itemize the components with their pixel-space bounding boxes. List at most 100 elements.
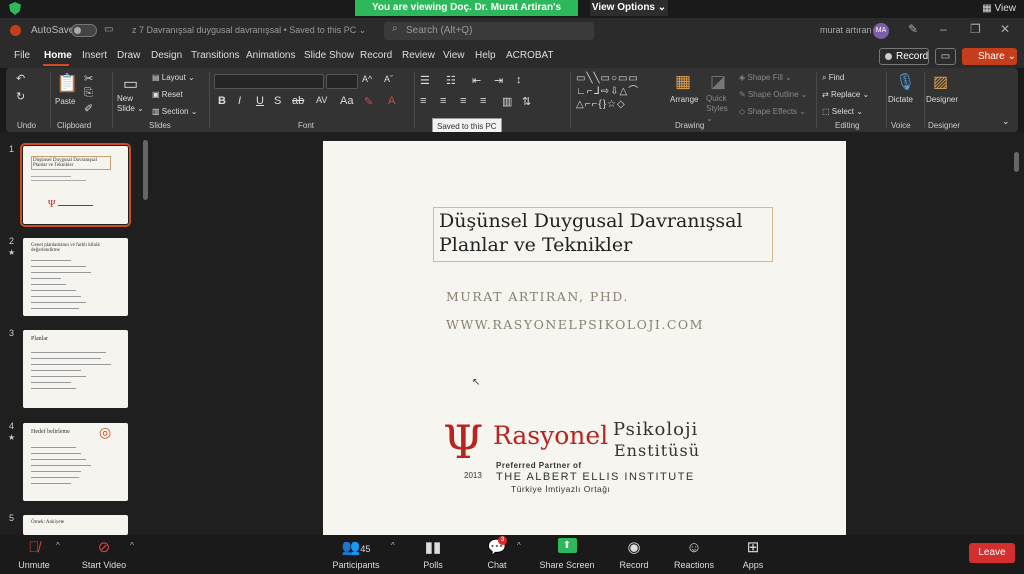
- tab-slide-show[interactable]: Slide Show: [304, 50, 354, 61]
- start-video-button[interactable]: ⊘ Start Video: [78, 538, 130, 570]
- designer-button[interactable]: Designer: [926, 95, 958, 104]
- tab-file[interactable]: File: [14, 50, 30, 61]
- zoom-record-button[interactable]: ◉ Record: [615, 538, 653, 570]
- change-case-icon[interactable]: Aa: [340, 95, 353, 107]
- numbering-icon[interactable]: ☷: [446, 74, 456, 87]
- slide-thumbnail-5[interactable]: Örnek: Ankiyete: [23, 515, 128, 535]
- chat-button[interactable]: 💬 3 Chat: [482, 536, 512, 570]
- increase-indent-icon[interactable]: ⇥: [494, 74, 503, 87]
- replace-button[interactable]: ⇄ Replace ⌄: [822, 90, 869, 99]
- redo-icon[interactable]: ↻: [16, 90, 25, 103]
- line-spacing-icon[interactable]: ↕: [516, 74, 522, 86]
- apps-button[interactable]: ⊞ Apps: [738, 538, 768, 570]
- slide-thumbnail-3[interactable]: Planlar: [23, 330, 128, 408]
- find-button[interactable]: ⌕ Find: [822, 73, 844, 83]
- new-slide-icon[interactable]: ▭: [123, 74, 138, 94]
- quick-styles-button[interactable]: Quick Styles ⌄: [706, 94, 734, 124]
- cut-icon[interactable]: ✂: [84, 72, 93, 85]
- columns-icon[interactable]: ▥: [502, 95, 512, 108]
- tab-acrobat[interactable]: ACROBAT: [506, 50, 554, 61]
- shapes-gallery[interactable]: ▭╲╲▭○▭▭ ∟⌐ᒧ⇨⇩△⌒ △⌐⌐{}☆◇: [576, 72, 666, 111]
- bold-icon[interactable]: B: [218, 95, 226, 107]
- quick-styles-icon[interactable]: ◪: [710, 72, 726, 92]
- layout-button[interactable]: ▤ Layout ⌄: [152, 73, 195, 82]
- format-painter-icon[interactable]: ✐: [84, 102, 93, 115]
- copy-icon[interactable]: ⎘: [84, 87, 93, 100]
- audio-options-caret[interactable]: ^: [56, 541, 60, 550]
- tab-design[interactable]: Design: [151, 50, 182, 61]
- char-spacing-icon[interactable]: AV: [316, 95, 327, 105]
- autosave-toggle[interactable]: [71, 24, 97, 37]
- slide-thumbnail-4[interactable]: Hedef belirleme ◎: [23, 423, 128, 501]
- underline-icon[interactable]: U: [256, 95, 264, 107]
- polls-button[interactable]: ▮▮ Polls: [418, 538, 448, 570]
- tab-record[interactable]: Record: [360, 50, 392, 61]
- designer-icon[interactable]: ▨: [933, 72, 948, 92]
- shape-fill-button[interactable]: ◈ Shape Fill ⌄: [739, 73, 792, 82]
- share-button[interactable]: Share ⌄: [962, 48, 1017, 65]
- share-screen-button[interactable]: ⬆ Share Screen: [538, 538, 596, 570]
- pen-icon[interactable]: ✎: [908, 22, 918, 36]
- unmute-button[interactable]: 🎙̸ Unmute: [12, 538, 56, 570]
- minimize-icon[interactable]: –: [940, 22, 947, 36]
- reactions-button[interactable]: ☺ Reactions: [672, 538, 716, 570]
- italic-icon[interactable]: I: [238, 95, 241, 107]
- leave-button[interactable]: Leave: [969, 543, 1015, 563]
- tab-transitions[interactable]: Transitions: [191, 50, 240, 61]
- decrease-indent-icon[interactable]: ⇤: [472, 74, 481, 87]
- comment-button[interactable]: ▭: [935, 48, 956, 65]
- tab-home[interactable]: Home: [44, 50, 72, 61]
- participants-options-caret[interactable]: ^: [391, 541, 395, 550]
- undo-icon[interactable]: ↶: [16, 72, 25, 85]
- select-button[interactable]: ⬚ Select ⌄: [822, 107, 863, 116]
- align-right-icon[interactable]: ≡: [460, 95, 466, 107]
- tab-draw[interactable]: Draw: [117, 50, 140, 61]
- align-left-icon[interactable]: ≡: [420, 95, 426, 107]
- slide-thumbnail-1[interactable]: Düşünsel Duygusal Davranışsal Planlar ve…: [20, 143, 131, 227]
- grow-font-icon[interactable]: A^: [362, 74, 372, 84]
- collapse-ribbon-icon[interactable]: ⌄: [1002, 116, 1010, 127]
- tab-help[interactable]: Help: [475, 50, 496, 61]
- tab-animations[interactable]: Animations: [246, 50, 295, 61]
- restore-icon[interactable]: ❐: [970, 22, 981, 36]
- align-center-icon[interactable]: ≡: [440, 95, 446, 107]
- shape-outline-button[interactable]: ✎ Shape Outline ⌄: [739, 90, 808, 99]
- view-button[interactable]: ▦ View: [982, 3, 1016, 14]
- tab-insert[interactable]: Insert: [82, 50, 107, 61]
- avatar[interactable]: MA: [873, 23, 889, 39]
- font-size-box[interactable]: [326, 74, 358, 89]
- record-button[interactable]: Record: [879, 48, 929, 65]
- save-icon[interactable]: ▭: [104, 24, 113, 35]
- search-input[interactable]: Search (Alt+Q): [384, 22, 594, 40]
- arrange-icon[interactable]: ▦: [675, 72, 691, 92]
- strikethrough-icon[interactable]: ab: [292, 95, 304, 107]
- section-button[interactable]: ▥ Section ⌄: [152, 107, 197, 116]
- text-direction-icon[interactable]: ⇅: [522, 95, 531, 108]
- shape-effects-button[interactable]: ◇ Shape Effects ⌄: [739, 107, 806, 116]
- paste-icon[interactable]: 📋: [56, 73, 78, 94]
- arrange-button[interactable]: Arrange: [670, 95, 698, 104]
- view-options-button[interactable]: View Options ⌄: [590, 0, 668, 16]
- main-slide[interactable]: Düşünsel Duygusal Davranışsal Planlar ve…: [323, 141, 846, 535]
- highlight-icon[interactable]: ✎: [364, 95, 373, 108]
- participants-button[interactable]: 👥45 Participants: [328, 538, 384, 570]
- slide-thumbnail-2[interactable]: Genel planlamanın ve farklı klinik değer…: [23, 238, 128, 316]
- bullets-icon[interactable]: ☰: [420, 74, 430, 87]
- thumbnails-scrollbar[interactable]: [143, 140, 148, 200]
- dictate-button[interactable]: Dictate: [888, 95, 913, 104]
- shadow-icon[interactable]: S: [274, 95, 281, 107]
- shrink-font-icon[interactable]: Aˇ: [384, 74, 393, 84]
- tab-view[interactable]: View: [443, 50, 465, 61]
- reset-button[interactable]: ▣ Reset: [152, 90, 183, 99]
- scrollbar-thumb[interactable]: [1014, 152, 1019, 172]
- tab-review[interactable]: Review: [402, 50, 435, 61]
- close-icon[interactable]: ✕: [1000, 22, 1010, 36]
- font-color-icon[interactable]: A: [388, 95, 395, 107]
- video-options-caret[interactable]: ^: [130, 541, 134, 550]
- justify-icon[interactable]: ≡: [480, 95, 486, 107]
- paste-button[interactable]: Paste: [55, 97, 75, 106]
- microphone-icon[interactable]: 🎙: [895, 72, 915, 92]
- new-slide-button[interactable]: New Slide ⌄: [117, 94, 147, 114]
- font-name-box[interactable]: [214, 74, 324, 89]
- slide-scrollbar[interactable]: [1014, 142, 1019, 532]
